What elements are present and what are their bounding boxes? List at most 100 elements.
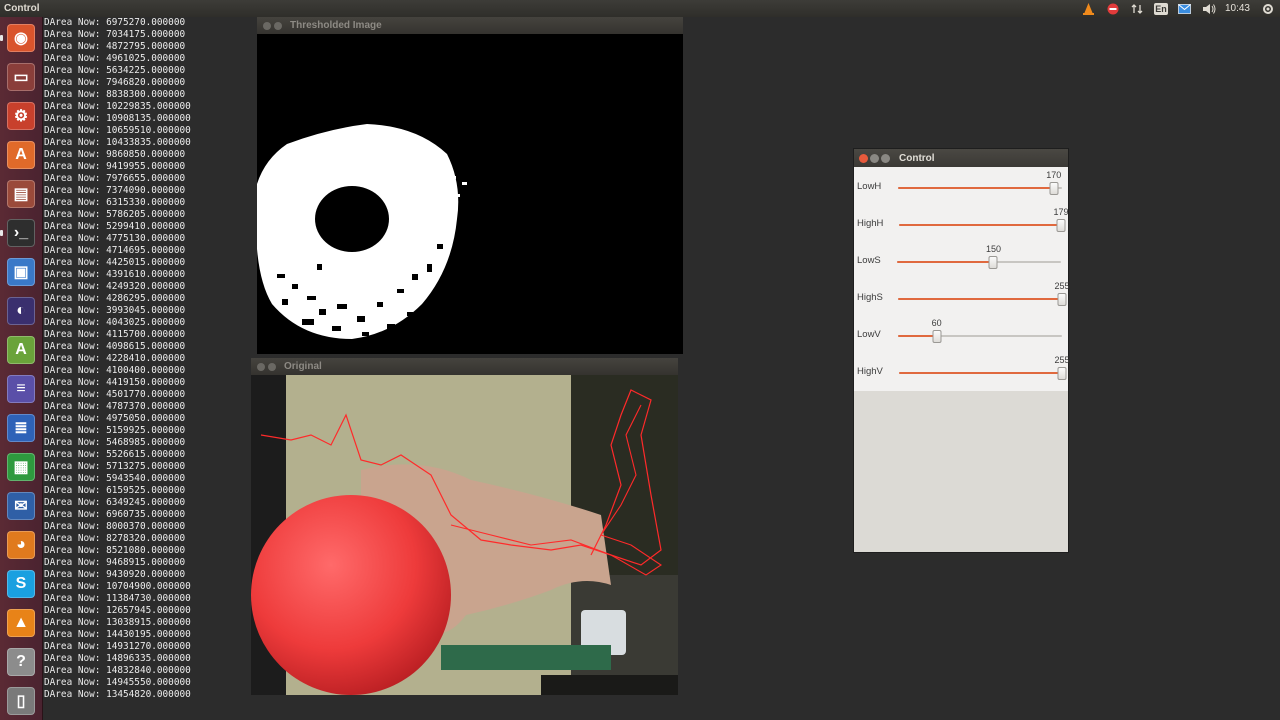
slider-lowv[interactable]: [898, 330, 1062, 343]
thresholded-image-titlebar[interactable]: Thresholded Image: [257, 17, 683, 34]
terminal-line: DArea Now: 4249320.000000: [44, 281, 186, 292]
close-button[interactable]: [859, 153, 868, 163]
original-image-titlebar[interactable]: Original: [251, 358, 678, 375]
launcher-calc-button[interactable]: ▦: [4, 450, 38, 484]
terminal-line: DArea Now: 7976655.000000: [44, 173, 186, 184]
terminal-line: DArea Now: 9430920.000000: [44, 569, 186, 580]
slider-highv[interactable]: [899, 367, 1067, 380]
help-icon: ?: [7, 648, 35, 676]
terminal-line: DArea Now: 13454820.000000: [44, 689, 191, 700]
terminal-line: DArea Now: 11384730.000000: [44, 593, 191, 604]
terminal-line: DArea Now: 6349245.000000: [44, 497, 186, 508]
clock[interactable]: 10:43: [1225, 3, 1250, 14]
archive-icon: ▤: [7, 180, 35, 208]
terminal-line: DArea Now: 4228410.000000: [44, 353, 186, 364]
terminal-line: DArea Now: 10229835.000000: [44, 101, 191, 112]
terminal-line: DArea Now: 4391610.000000: [44, 269, 186, 280]
launcher-skype-button[interactable]: S: [4, 567, 38, 601]
launcher-writer-button[interactable]: ≣: [4, 411, 38, 445]
terminal-output: DArea Now: 6975270.000000 DArea Now: 7034…: [43, 17, 253, 720]
launcher-terminal-button[interactable]: ›_: [4, 216, 38, 250]
launcher-trash-button[interactable]: ▯: [4, 684, 38, 718]
launcher-system-settings-button[interactable]: ⚙: [4, 99, 38, 133]
android-studio-icon: A: [7, 336, 35, 364]
launcher-software-center-button[interactable]: A: [4, 138, 38, 172]
launcher-vlc-button[interactable]: ▲: [4, 606, 38, 640]
slider-fill: [897, 261, 994, 263]
slider-fill: [898, 298, 1062, 300]
slider-label: LowH: [857, 181, 882, 192]
launcher-cube-app-button[interactable]: ▣: [4, 255, 38, 289]
calc-icon: ▦: [7, 453, 35, 481]
slider-lows[interactable]: [897, 256, 1061, 269]
minimize-button[interactable]: [274, 21, 282, 30]
slider-row-lowh: LowH 170: [854, 167, 1068, 204]
no-entry-icon[interactable]: [1106, 3, 1120, 15]
slider-highh[interactable]: [899, 219, 1066, 232]
slider-row-lows: LowS 150: [854, 241, 1068, 278]
network-icon[interactable]: [1130, 3, 1144, 15]
keyboard-layout-indicator[interactable]: En: [1153, 2, 1168, 15]
launcher-ubuntu-dash-button[interactable]: ◉: [4, 21, 38, 55]
minimize-button[interactable]: [870, 153, 879, 163]
launcher-android-studio-button[interactable]: A: [4, 333, 38, 367]
slider-handle[interactable]: [932, 330, 942, 343]
system-tray: En 10:43: [1077, 0, 1280, 17]
terminal-line: DArea Now: 4425015.000000: [44, 257, 186, 268]
close-button[interactable]: [257, 362, 265, 371]
launcher-eclipse-button[interactable]: ◐: [4, 294, 38, 328]
slider-highs[interactable]: [898, 293, 1067, 306]
terminal-line: DArea Now: 3993045.000000: [44, 305, 186, 316]
running-indicator: [0, 35, 3, 41]
slider-handle[interactable]: [1057, 367, 1067, 380]
slider-row-highv: HighV 255: [854, 352, 1070, 389]
launcher-firefox-button[interactable]: ◕: [4, 528, 38, 562]
vlc-tray-icon[interactable]: [1082, 2, 1096, 15]
launcher-help-button[interactable]: ?: [4, 645, 38, 679]
terminal-line: DArea Now: 10433835.000000: [44, 137, 191, 148]
thresholded-mask: [257, 34, 683, 354]
close-button[interactable]: [263, 21, 271, 30]
original-image-canvas: [251, 375, 678, 695]
terminal-line: DArea Now: 8000370.000000: [44, 521, 186, 532]
launcher-thunderbird-button[interactable]: ✉: [4, 489, 38, 523]
terminal-line: DArea Now: 6159525.000000: [44, 485, 186, 496]
slider-handle[interactable]: [988, 256, 998, 269]
slider-label: LowS: [857, 255, 881, 266]
thresholded-image-title: Thresholded Image: [290, 20, 382, 31]
slider-handle[interactable]: [1056, 219, 1066, 232]
thresholded-image-window[interactable]: Thresholded Image: [257, 17, 683, 354]
control-window[interactable]: Control LowH 170 HighH 179 LowS 150 HighS 255 Lo…: [853, 148, 1070, 553]
launcher: ◉ ▭ ⚙ A ▤ ›_ ▣ ◐ A ≡ ≣ ▦ ✉ ◕ S ▲? ▯: [0, 17, 43, 720]
mathematica-icon: ≡: [7, 375, 35, 403]
terminal-line: DArea Now: 6975270.000000: [44, 17, 186, 28]
cube-app-icon: ▣: [7, 258, 35, 286]
terminal-line: DArea Now: 8521080.000000: [44, 545, 186, 556]
terminal-line: DArea Now: 5943540.000000: [44, 473, 186, 484]
launcher-files-button[interactable]: ▭: [4, 60, 38, 94]
terminal-line: DArea Now: 4961025.000000: [44, 53, 186, 64]
slider-lowh[interactable]: [898, 182, 1062, 195]
slider-panel: LowH 170 HighH 179 LowS 150 HighS 255 LowV 60 High…: [854, 167, 1070, 391]
vlc-icon: ▲: [7, 609, 35, 637]
software-center-icon: A: [7, 141, 35, 169]
power-gear-icon[interactable]: [1261, 3, 1275, 15]
minimize-button[interactable]: [268, 362, 276, 371]
slider-fill: [899, 372, 1062, 374]
maximize-button[interactable]: [881, 153, 890, 163]
volume-icon[interactable]: [1202, 3, 1216, 15]
slider-handle[interactable]: [1057, 293, 1067, 306]
terminal-line: DArea Now: 4714695.000000: [44, 245, 186, 256]
thunderbird-icon: ✉: [7, 492, 35, 520]
terminal-line: DArea Now: 8838300.000000: [44, 89, 186, 100]
control-titlebar[interactable]: Control: [854, 149, 1068, 167]
slider-handle[interactable]: [1049, 182, 1059, 195]
slider-label: LowV: [857, 329, 881, 340]
launcher-archive-button[interactable]: ▤: [4, 177, 38, 211]
mail-icon[interactable]: [1178, 3, 1192, 15]
original-image-window[interactable]: Original: [251, 358, 678, 695]
terminal-line: DArea Now: 6315330.000000: [44, 197, 186, 208]
terminal-line: DArea Now: 7034175.000000: [44, 29, 186, 40]
launcher-mathematica-button[interactable]: ≡: [4, 372, 38, 406]
terminal-line: DArea Now: 13038915.000000: [44, 617, 191, 628]
